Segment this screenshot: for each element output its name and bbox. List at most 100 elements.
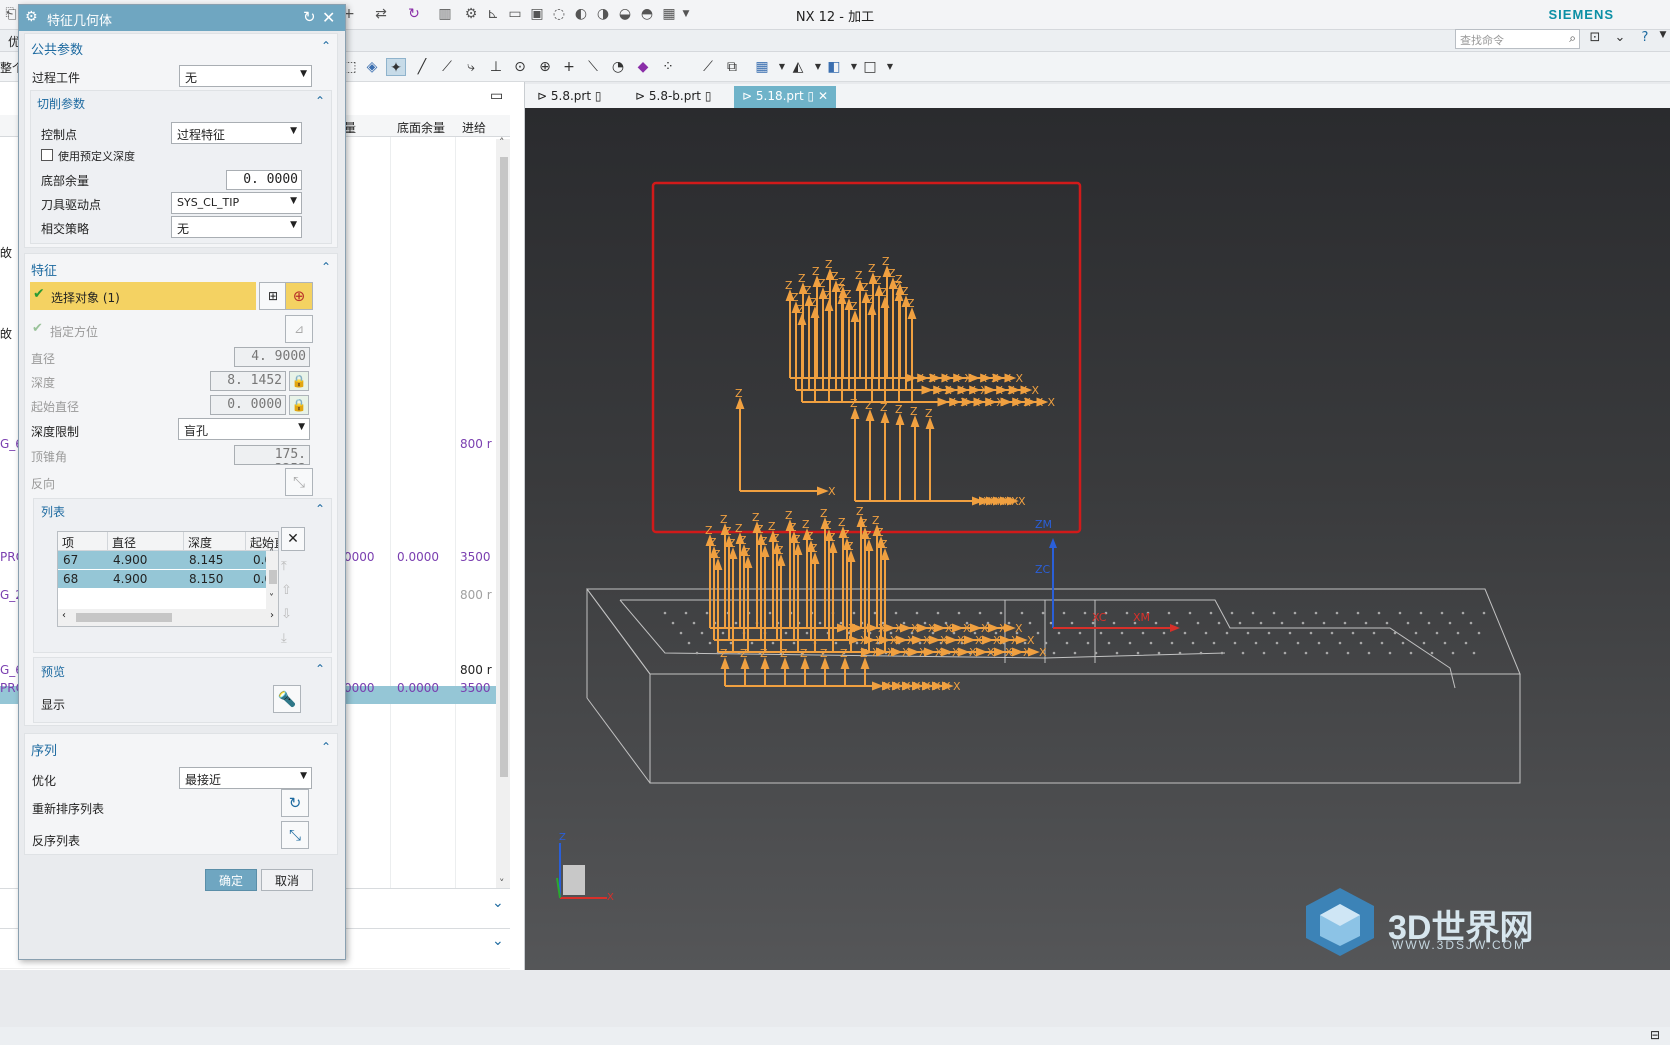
chevron-down-icon[interactable]: ⌄ <box>1611 30 1629 48</box>
line-icon-2[interactable]: ⟋ <box>437 58 457 76</box>
tab-5-8[interactable]: ⊳ 5.8.prt ▯ <box>529 86 609 108</box>
cube-icon[interactable]: ◈ <box>362 58 382 76</box>
chevron-down-icon[interactable]: ▼ <box>880 58 900 76</box>
dialog-title-bar[interactable]: ⚙ 特征几何体 ↻ ✕ <box>19 5 345 31</box>
reverse-direction-icon[interactable]: ⤡ <box>285 468 313 496</box>
scroll-left-icon[interactable]: ‹ <box>62 610 66 621</box>
predefined-depth-checkbox[interactable] <box>41 149 53 161</box>
point-icon[interactable]: ⁘ <box>658 58 678 76</box>
reset-icon[interactable]: ↻ <box>303 8 316 26</box>
depth-input[interactable]: 8. 1452 <box>210 371 286 391</box>
section-header[interactable]: 序列 <box>31 740 57 759</box>
quadrant-icon[interactable]: ⊕ <box>535 58 555 76</box>
feature-list-table[interactable]: 项 直径 深度 起始直径 67 4.900 8.145 0.00 68 4.90… <box>57 531 279 627</box>
column-header[interactable]: 进给 <box>462 119 486 136</box>
select-object-row[interactable]: ✔ 选择对象 (1) <box>30 282 256 310</box>
tool-drive-point-dropdown[interactable]: SYS_CL_TIP ▼ <box>171 192 302 214</box>
section-header[interactable]: 特征 <box>31 260 57 279</box>
process-workpiece-dropdown[interactable]: 无 ▼ <box>179 65 312 87</box>
scroll-right-icon[interactable]: › <box>270 610 274 621</box>
depth-limit-dropdown[interactable]: 盲孔 ▼ <box>178 418 310 440</box>
expand-icon[interactable]: ⌄ <box>492 895 504 911</box>
move-up-icon[interactable]: ⇧ <box>281 579 292 603</box>
move-first-icon[interactable]: ⤒ <box>281 555 287 579</box>
line-icon[interactable]: ╱ <box>412 58 432 76</box>
control-point-dropdown[interactable]: 过程特征 ▼ <box>171 122 302 144</box>
collapse-icon[interactable]: ⌃ <box>315 662 325 676</box>
column-header[interactable]: 项 <box>58 532 108 551</box>
column-header[interactable]: 起始直径 <box>246 532 278 551</box>
collapse-icon[interactable]: ⌃ <box>321 39 331 53</box>
expand-icon[interactable]: ⌄ <box>492 933 504 949</box>
table-row[interactable]: 68 4.900 8.150 0.00 <box>58 570 278 589</box>
lock-icon[interactable]: 🔒 <box>289 371 309 391</box>
close-icon[interactable]: ✕ <box>322 8 335 27</box>
hole-axis-triad[interactable]: ZX <box>910 405 1019 508</box>
flashlight-icon[interactable]: 🔦 <box>273 685 301 713</box>
tab-5-18[interactable]: ⊳ 5.18.prt ▯ ✕ <box>734 86 836 108</box>
help-icon[interactable]: ? <box>1636 30 1654 48</box>
section-header[interactable]: 预览 <box>41 663 65 680</box>
maximize-icon[interactable]: ▭ <box>490 88 503 104</box>
bottom-stock-input[interactable]: 0. 0000 <box>226 170 302 190</box>
add-feature-button[interactable]: ⊞ <box>259 282 287 310</box>
close-tab-icon[interactable]: ✕ <box>818 89 828 103</box>
orientation-icon[interactable]: ⊿ <box>285 315 313 343</box>
edge-icon[interactable]: ⟍ <box>583 58 603 76</box>
start-diameter-input[interactable]: 0. 0000 <box>210 395 286 415</box>
move-last-icon[interactable]: ⤓ <box>281 627 287 651</box>
table-horizontal-scrollbar[interactable]: ‹ › <box>58 609 278 626</box>
column-header[interactable]: 底面余量 <box>397 119 445 136</box>
view-box-icon[interactable]: □ <box>860 58 880 76</box>
normal-icon[interactable]: ⊥ <box>486 58 506 76</box>
section-header[interactable]: 切削参数 <box>37 95 85 112</box>
curve-icon[interactable]: ⤷ <box>461 58 481 76</box>
reorder-icon[interactable]: ↻ <box>281 789 309 817</box>
collapse-icon[interactable]: ⌃ <box>321 260 331 274</box>
hole-axis-triad[interactable]: ZX <box>735 387 836 498</box>
surface-icon[interactable]: ◆ <box>633 58 653 76</box>
cancel-button[interactable]: 取消 <box>261 869 313 891</box>
measure-icon[interactable]: ⟋ <box>698 58 718 76</box>
column-header[interactable]: 直径 <box>108 532 184 551</box>
tab-5-8-b[interactable]: ⊳ 5.8-b.prt ▯ <box>627 86 719 108</box>
layout-icon[interactable]: ▦ <box>752 58 772 76</box>
analysis-icon[interactable]: ⧉ <box>722 58 742 76</box>
collapse-icon[interactable]: ⌃ <box>315 502 325 516</box>
cross-icon[interactable]: + <box>559 58 579 76</box>
collapse-icon[interactable]: ⌃ <box>321 740 331 754</box>
column-header[interactable]: 深度 <box>184 532 246 551</box>
reverse-list-icon[interactable]: ⤡ <box>281 821 309 849</box>
scroll-up-icon[interactable]: ˄ <box>499 136 505 149</box>
section-header[interactable]: 公共参数 <box>31 39 83 58</box>
table-vertical-scrollbar[interactable]: ˄ ˅ <box>266 548 278 609</box>
render-icon[interactable]: ◭ <box>788 58 808 76</box>
scroll-up-icon[interactable]: ˄ <box>269 548 274 559</box>
command-search-input[interactable]: 查找命令 ⌕ <box>1455 29 1580 49</box>
snap-icon[interactable]: ✦ <box>386 58 406 76</box>
model-scene[interactable]: ZXZXZXZXZXZXZXZXZXZXZXZXZXZXZXZXZXZXZXZX… <box>525 108 1670 970</box>
graphics-viewport[interactable]: ZXZXZXZXZXZXZXZXZXZXZXZXZXZXZXZXZXZXZXZX… <box>525 108 1670 970</box>
scrollbar-thumb[interactable] <box>76 613 172 622</box>
circle-center-icon[interactable]: ⊙ <box>510 58 530 76</box>
scrollbar-thumb[interactable] <box>500 157 508 777</box>
hole-axis-triad[interactable]: ZX <box>895 273 1024 385</box>
shaded-cube-icon[interactable]: ◧ <box>824 58 844 76</box>
face-icon[interactable]: ◔ <box>608 58 628 76</box>
intersection-dropdown[interactable]: 无 ▼ <box>171 216 302 238</box>
crosshair-icon[interactable]: ⊕ <box>285 282 313 310</box>
remove-item-button[interactable]: ✕ <box>281 527 305 551</box>
optimize-dropdown[interactable]: 最接近 ▼ <box>179 767 312 789</box>
hole-axis-triad[interactable]: ZX <box>713 548 880 659</box>
chevron-down-icon[interactable]: ▼ <box>1654 30 1670 48</box>
status-icon[interactable]: ⊟ <box>1650 1028 1660 1042</box>
scrollbar-thumb[interactable] <box>269 570 277 584</box>
lock-icon[interactable]: 🔒 <box>289 395 309 415</box>
window-icon[interactable]: ⊡ <box>1586 30 1604 48</box>
tip-angle-input[interactable]: 175. 3253 <box>234 445 310 465</box>
section-header[interactable]: 列表 <box>41 503 65 520</box>
collapse-icon[interactable]: ⌃ <box>315 94 325 108</box>
diameter-input[interactable]: 4. 9000 <box>234 347 310 367</box>
move-down-icon[interactable]: ⇩ <box>281 603 292 627</box>
search-icon[interactable]: ⌕ <box>1569 31 1576 46</box>
